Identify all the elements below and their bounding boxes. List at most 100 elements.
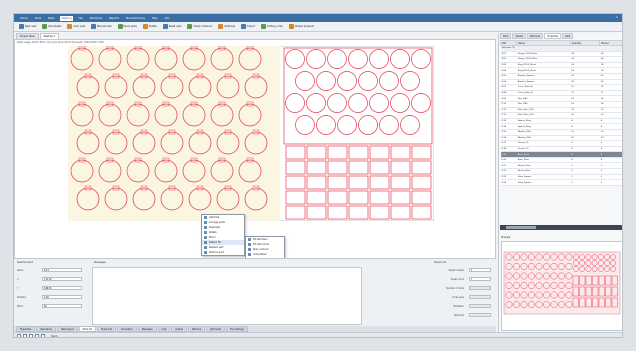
toolbar-button-cutting-order[interactable]: Cutting order <box>259 23 285 30</box>
table-scrollbar[interactable] <box>500 225 622 230</box>
nested-part-ring[interactable] <box>295 71 315 91</box>
fit-view-icon[interactable] <box>35 334 39 337</box>
nested-part-ring[interactable] <box>337 115 357 135</box>
context-menu-label: Rotate <box>209 231 217 234</box>
toolbar-button-rotate[interactable]: Rotate <box>141 23 159 30</box>
menu-item-tools[interactable]: Tools <box>33 16 43 21</box>
right-panel-tabs: Parts Sheets Machines Properties Nest <box>499 33 622 39</box>
nested-part-ring[interactable] <box>369 49 389 69</box>
field-label: Mirror <box>17 305 24 308</box>
zoom-out-icon[interactable] <box>29 334 33 337</box>
nested-part-ring[interactable] <box>411 49 431 69</box>
selected-part-title: Selected part <box>17 261 34 264</box>
right-panel-tab[interactable]: Properties <box>544 33 562 39</box>
nested-part-ring[interactable] <box>358 115 378 135</box>
nested-part-ring[interactable] <box>327 93 347 113</box>
close-icon[interactable]: × <box>615 15 619 20</box>
table-row[interactable]: P-24 Shim_Square 2 2 <box>500 179 622 186</box>
bottom-panel: Selected part Name P-12 X 112.00 Y 648.50 Rota… <box>14 258 496 326</box>
menu-item-machines[interactable]: Machines <box>88 16 104 21</box>
nested-part-ring[interactable] <box>316 71 336 91</box>
toolbar-label: Move parts <box>123 25 137 28</box>
field-input[interactable] <box>469 286 491 290</box>
field-input[interactable]: No <box>42 304 82 308</box>
nested-part-ring[interactable] <box>379 115 399 135</box>
nested-part-ring[interactable] <box>411 93 431 113</box>
toolbar-button-add-sheets[interactable]: Add sheets <box>40 23 63 30</box>
right-panel-tab[interactable]: Nest <box>562 33 574 39</box>
field-input[interactable]: 112.00 <box>42 277 82 281</box>
messages-box[interactable] <box>92 267 362 325</box>
field-input[interactable] <box>469 295 491 299</box>
nested-part-ring[interactable] <box>285 49 305 69</box>
nested-part-ring[interactable] <box>295 115 315 135</box>
field-input[interactable] <box>469 304 491 308</box>
toolbar-button-optimize[interactable]: Optimize <box>216 23 237 30</box>
context-menu: Optimize Arrange parts Duplicate Rotate Mirr… <box>201 214 245 256</box>
menu-item-file[interactable]: File <box>76 16 84 21</box>
context-menu-label: Pattern fill <box>209 241 221 244</box>
toolbar-button-manual-nest[interactable]: Manual nest <box>89 23 114 30</box>
toolbar-icon <box>241 24 247 29</box>
field-input[interactable]: 1 <box>469 277 491 281</box>
submenu-label: Fill with Rect <box>253 238 268 241</box>
minimize-icon[interactable]: – <box>609 15 613 20</box>
zoom-in-icon[interactable] <box>23 334 27 337</box>
grid-icon[interactable] <box>41 334 45 337</box>
nested-part-ring[interactable] <box>390 49 410 69</box>
menu-item-help[interactable]: Help <box>150 16 160 21</box>
right-panel-tab[interactable]: Machines <box>526 33 544 39</box>
menu-item-reports[interactable]: Reports <box>107 16 121 21</box>
right-panel-tab[interactable]: Parts <box>500 33 512 39</box>
toolbar-button-new-nest[interactable]: New nest <box>17 23 38 30</box>
table-cell: 2 <box>570 179 600 186</box>
nested-part-ring[interactable] <box>390 93 410 113</box>
toolbar-button-auto-nest[interactable]: Auto nest <box>65 23 86 30</box>
nesting-sheet[interactable] <box>68 46 434 221</box>
toolbar-label: Add sheets <box>48 25 62 28</box>
context-menu-item[interactable]: Remove part <box>202 250 244 255</box>
scrollbar-thumb[interactable] <box>506 226 536 229</box>
toolbar-button-check-collisions[interactable]: Check collisions <box>185 23 214 30</box>
nested-part-ring[interactable] <box>337 71 357 91</box>
field-label: Rotation <box>17 296 27 299</box>
menu-item-info[interactable]: Info <box>163 16 172 21</box>
submenu-item-icon <box>247 238 251 241</box>
right-panel-tab[interactable]: Sheets <box>512 33 526 39</box>
field-input[interactable]: 1 <box>469 268 491 272</box>
menu-item-parts[interactable]: Parts <box>46 16 56 21</box>
nested-part-ring[interactable] <box>400 115 420 135</box>
select-tool-icon[interactable] <box>17 334 21 337</box>
toolbar-button-move-parts[interactable]: Move parts <box>116 23 139 30</box>
menu-item-icon <box>203 221 207 224</box>
nested-part-ring[interactable] <box>327 49 347 69</box>
menu-item-home[interactable]: Home <box>18 16 30 21</box>
menu-item-manufacturing[interactable]: Manufacturing <box>124 16 147 21</box>
nested-part-ring[interactable] <box>306 93 326 113</box>
field-label: Remnant <box>454 314 464 317</box>
toolbar-button-reset-nest[interactable]: Reset nest <box>161 23 184 30</box>
menu-item-nesting[interactable]: Nesting <box>59 15 74 21</box>
toolbar-icon <box>42 24 48 29</box>
nested-part-ring[interactable] <box>379 71 399 91</box>
nested-part-ring[interactable] <box>358 71 378 91</box>
toolbar-label: Optimize <box>224 25 236 28</box>
context-menu-label: Remove part <box>209 251 224 254</box>
nested-part-ring[interactable] <box>316 115 336 135</box>
field-input[interactable]: 648.50 <box>42 286 82 290</box>
field-input[interactable]: P-12 <box>42 268 82 272</box>
toolbar-button-export[interactable]: Export <box>239 23 257 30</box>
nested-part-ring[interactable] <box>400 71 420 91</box>
toolbar-label: Cutting order <box>266 25 283 28</box>
nested-part-ring[interactable] <box>348 93 368 113</box>
toolbar-label: Export <box>247 25 255 28</box>
nested-part-ring[interactable] <box>285 93 305 113</box>
nested-part-ring[interactable] <box>306 49 326 69</box>
preview-box <box>501 241 622 331</box>
field-input[interactable]: 0.00 <box>42 295 82 299</box>
toolbar-button-output-program[interactable]: Output program <box>287 23 316 30</box>
nested-part-ring[interactable] <box>348 49 368 69</box>
nested-part-ring[interactable] <box>369 93 389 113</box>
nesting-canvas[interactable]: Sheet usage: 84.6% Parts: 112 Cycle time… <box>14 39 496 278</box>
field-input[interactable] <box>469 313 491 317</box>
